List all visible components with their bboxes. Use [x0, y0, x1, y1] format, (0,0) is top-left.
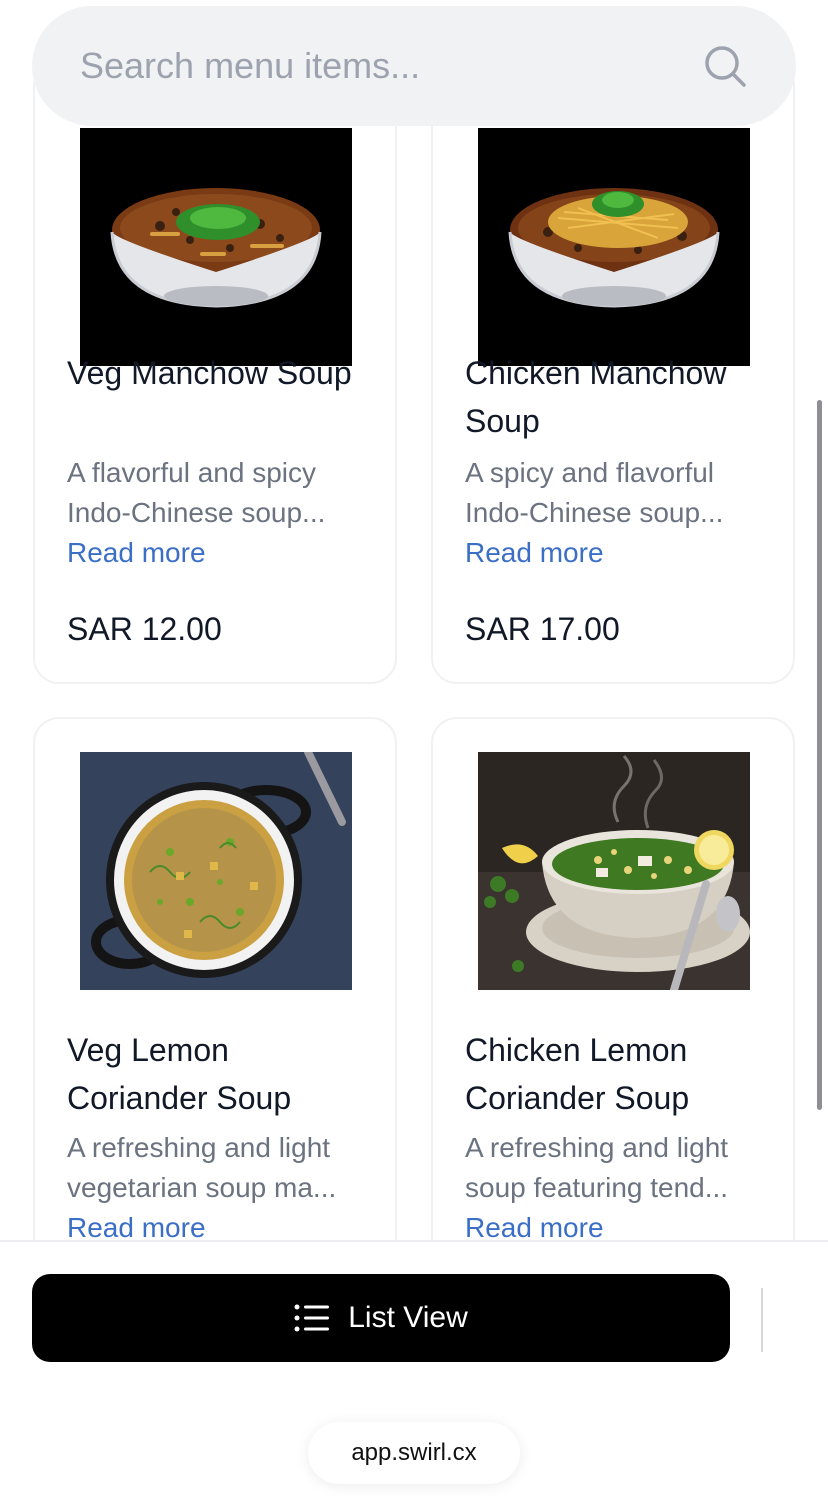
list-icon: [294, 1304, 330, 1332]
divider: [761, 1288, 763, 1352]
item-description: A flavorful and spicy Indo-Chinese soup.…: [67, 457, 326, 528]
item-description: A refreshing and light vegetarian soup m…: [67, 1132, 337, 1203]
item-description: A refreshing and light soup featuring te…: [465, 1132, 729, 1203]
read-more-link[interactable]: Read more: [67, 1208, 206, 1240]
read-more-link[interactable]: Read more: [465, 533, 604, 573]
soup-image: [80, 128, 352, 366]
scrollbar[interactable]: [817, 400, 822, 1110]
soup-image: [478, 752, 750, 990]
menu-item-card[interactable]: Chicken Lemon Coriander Soup A refreshin…: [431, 717, 795, 1240]
menu-item-card[interactable]: Chicken Manchow Soup A spicy and flavorf…: [431, 60, 795, 684]
item-description: A spicy and flavorful Indo-Chinese soup.…: [465, 457, 724, 528]
search-icon[interactable]: [702, 43, 748, 89]
read-more-link[interactable]: Read more: [67, 533, 206, 573]
search-input[interactable]: [80, 45, 702, 87]
item-price: SAR 12.00: [67, 611, 222, 647]
item-price: SAR 17.00: [465, 611, 620, 647]
search-bar[interactable]: [32, 6, 796, 126]
bottom-bar: List View app.swirl.cx: [0, 1240, 828, 1508]
menu-item-card[interactable]: Veg Manchow Soup A flavorful and spicy I…: [33, 60, 397, 684]
menu-page: Veg Manchow Soup A flavorful and spicy I…: [0, 0, 828, 1508]
item-title: Chicken Lemon Coriander Soup: [465, 1032, 690, 1116]
list-view-label: List View: [348, 1301, 468, 1334]
list-view-button[interactable]: List View: [32, 1274, 730, 1362]
item-title: Chicken Manchow Soup: [465, 355, 727, 439]
item-title: Veg Lemon Coriander Soup: [67, 1032, 292, 1116]
item-title: Veg Manchow Soup: [67, 355, 352, 391]
menu-item-card[interactable]: Veg Lemon Coriander Soup A refreshing an…: [33, 717, 397, 1240]
read-more-link[interactable]: Read more: [465, 1208, 604, 1240]
soup-image: [80, 752, 352, 990]
menu-grid: Veg Manchow Soup A flavorful and spicy I…: [0, 0, 828, 1240]
url-pill[interactable]: app.swirl.cx: [308, 1422, 520, 1484]
soup-image: [478, 128, 750, 366]
